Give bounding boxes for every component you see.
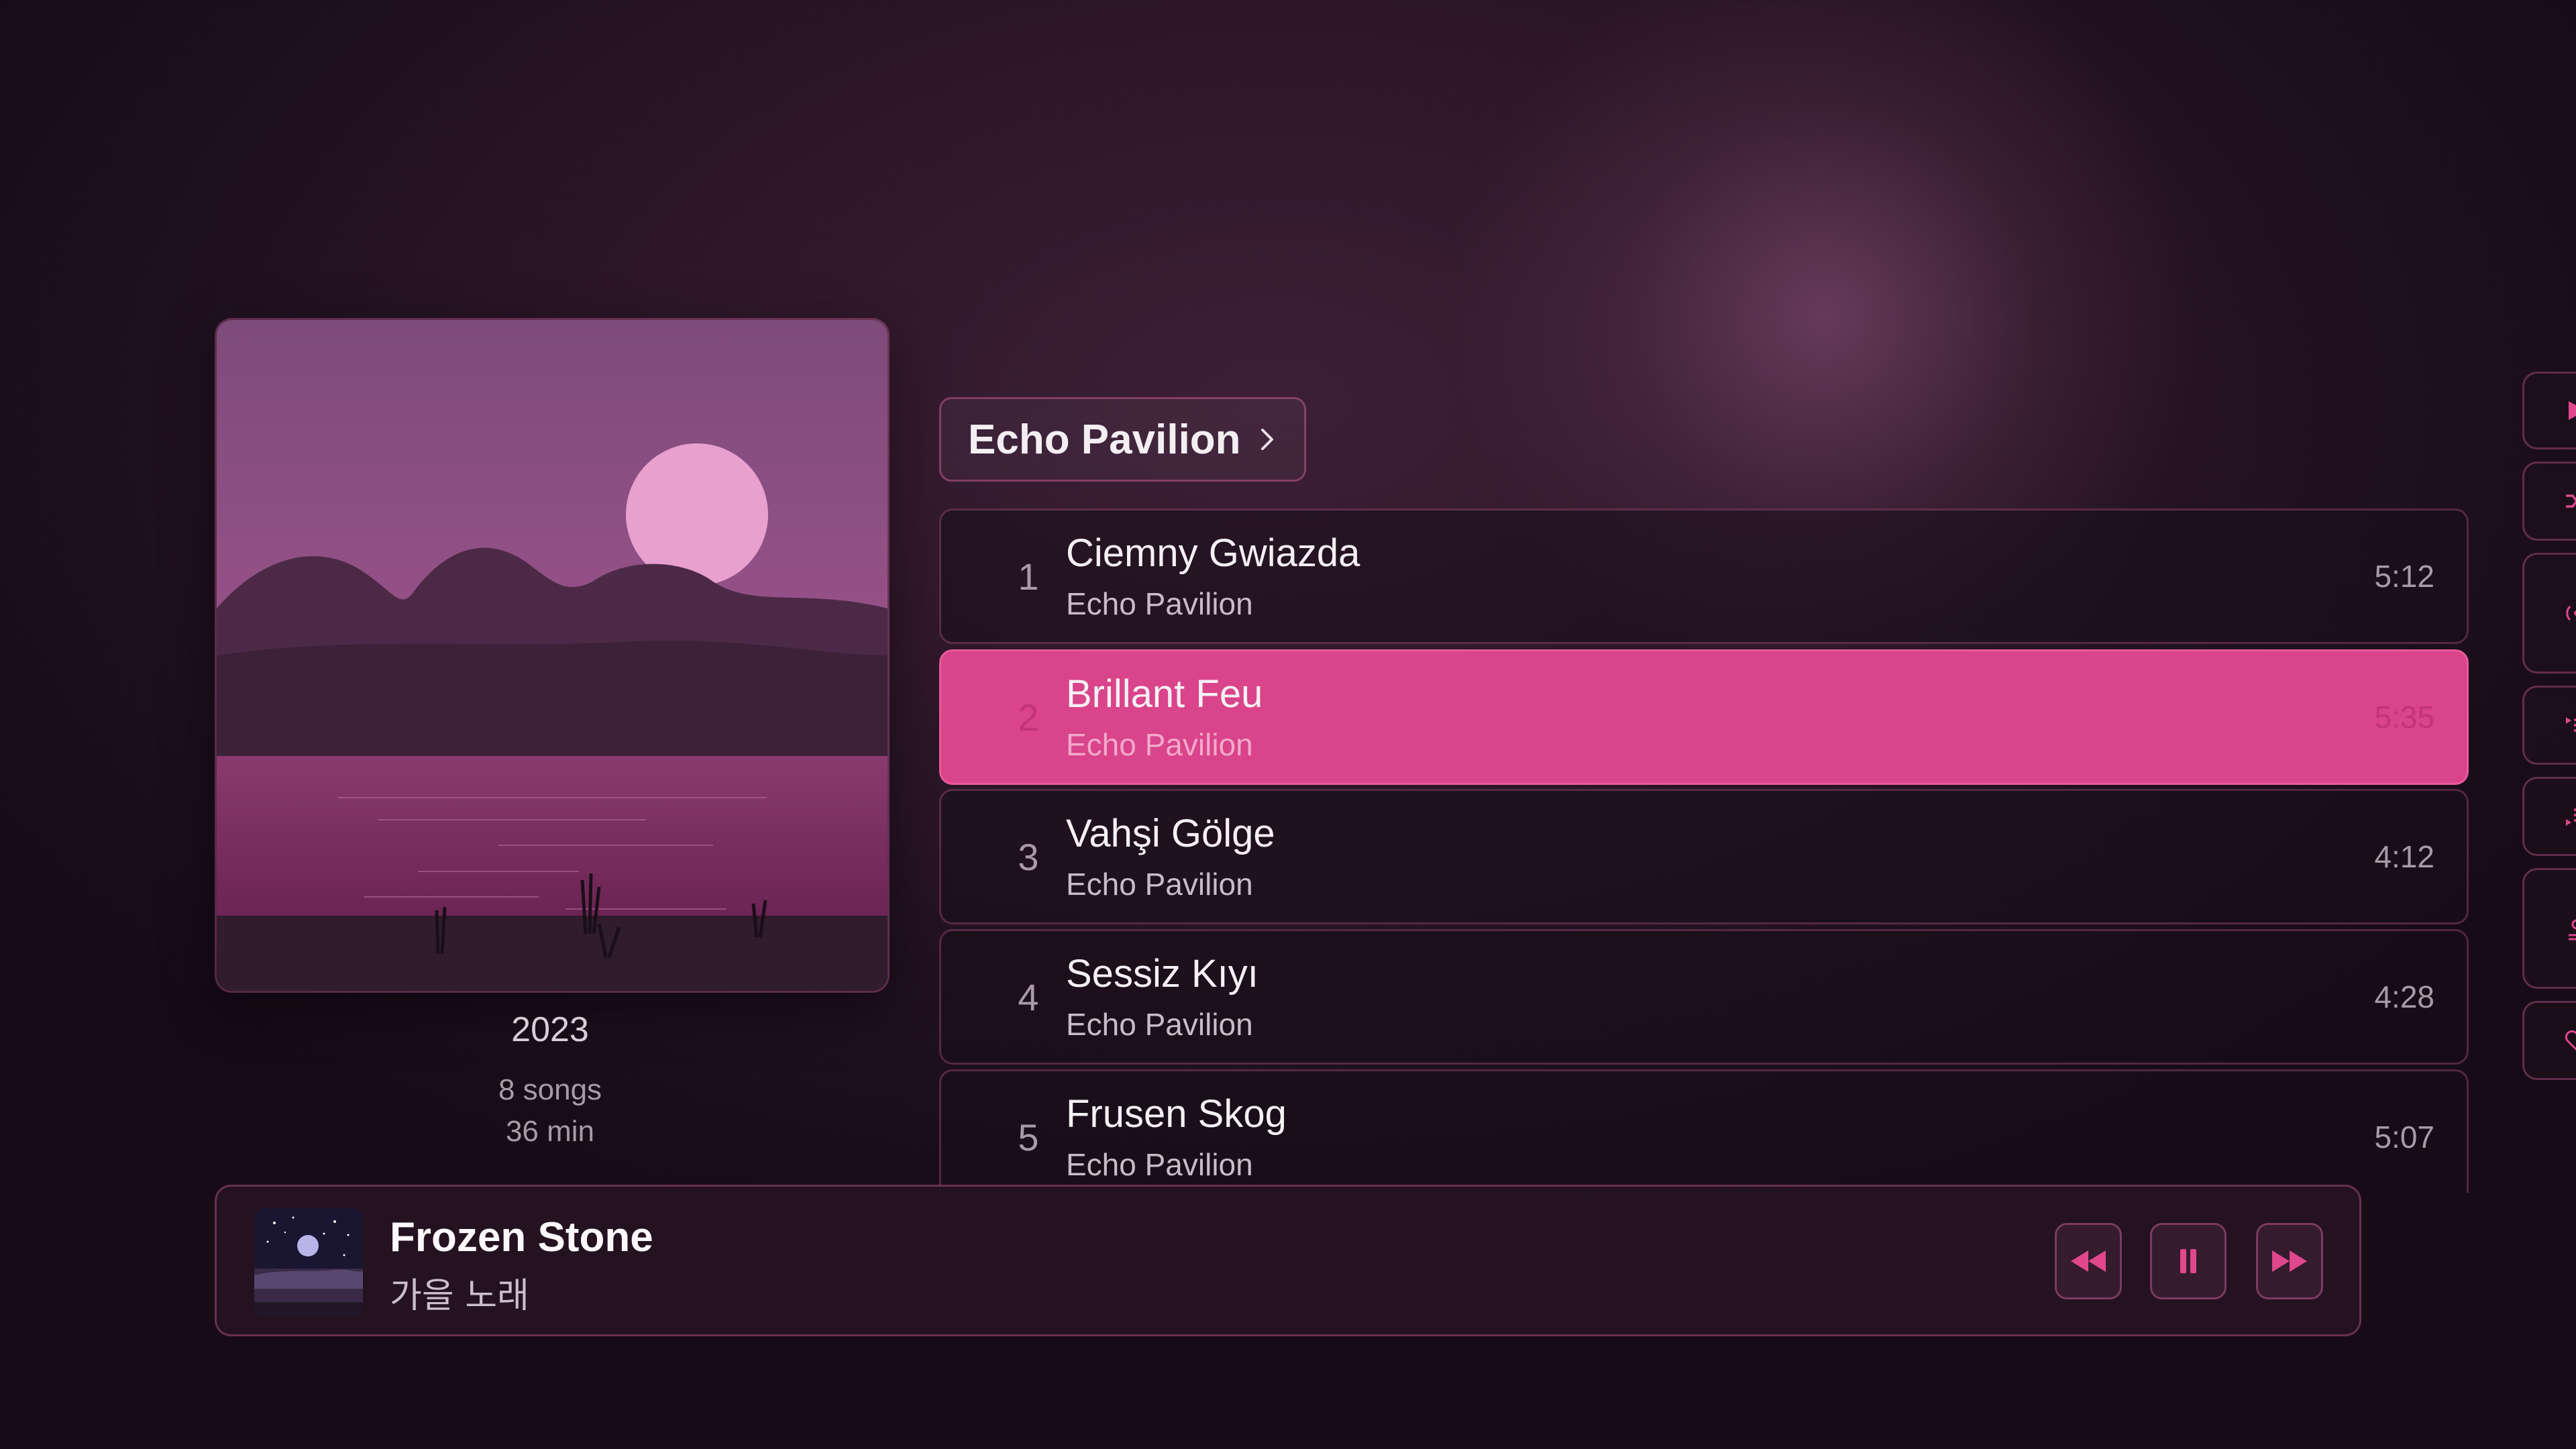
shuffle-button[interactable] xyxy=(2522,462,2576,541)
pause-icon xyxy=(2180,1249,2196,1273)
album-art-sunset-lake-icon xyxy=(217,320,888,991)
play-icon xyxy=(2569,401,2576,420)
track-duration: 5:07 xyxy=(2374,1120,2434,1155)
rewind-icon xyxy=(2071,1250,2106,1272)
track-title: Ciemny Gwiazda xyxy=(1066,531,1360,575)
track-duration: 4:12 xyxy=(2374,839,2434,874)
track-number: 1 xyxy=(1018,555,1039,598)
pause-button[interactable] xyxy=(2150,1223,2226,1299)
track-artist: Echo Pavilion xyxy=(1066,586,1253,621)
play-next-button[interactable] xyxy=(2522,686,2576,765)
track-row[interactable]: 1 Ciemny Gwiazda Echo Pavilion 5:12 xyxy=(939,508,2469,644)
track-artist: Echo Pavilion xyxy=(1066,867,1253,902)
track-row-selected[interactable]: 2 Brillant Feu Echo Pavilion 5:35 xyxy=(939,649,2469,785)
add-to-library-icon xyxy=(2569,919,2576,941)
track-row[interactable]: 4 Sessiz Kıyı Echo Pavilion 4:28 xyxy=(939,929,2469,1065)
now-playing-artist: 가을 노래 xyxy=(390,1276,529,1316)
album-duration: 36 min xyxy=(505,1115,595,1148)
chevron-right-icon xyxy=(1260,429,1273,450)
track-number: 3 xyxy=(1018,835,1039,878)
fast-forward-icon xyxy=(2272,1250,2307,1272)
now-playing-artwork[interactable] xyxy=(254,1208,363,1317)
track-list[interactable]: 1 Ciemny Gwiazda Echo Pavilion 5:12 2 Br… xyxy=(939,508,2469,1193)
artist-link-label: Echo Pavilion xyxy=(968,416,1241,463)
heart-icon xyxy=(2565,1030,2576,1051)
track-title: Frusen Skog xyxy=(1066,1092,1287,1136)
track-title: Vahşi Gölge xyxy=(1066,812,1275,855)
track-duration: 4:28 xyxy=(2374,979,2434,1014)
album-year: 2023 xyxy=(511,1010,589,1049)
track-duration: 5:12 xyxy=(2374,559,2434,594)
rewind-button[interactable] xyxy=(2055,1223,2122,1299)
favorite-button[interactable] xyxy=(2522,1001,2576,1080)
track-artist: Echo Pavilion xyxy=(1066,1147,1253,1182)
shuffle-icon xyxy=(2566,494,2576,508)
track-title: Sessiz Kıyı xyxy=(1066,952,1258,996)
track-number: 2 xyxy=(1018,696,1039,739)
now-playing-bar[interactable]: Frozen Stone 가을 노래 xyxy=(215,1185,2361,1336)
album-song-count: 8 songs xyxy=(498,1073,602,1106)
track-row[interactable]: 5 Frusen Skog Echo Pavilion 5:07 xyxy=(939,1069,2469,1193)
track-title: Brillant Feu xyxy=(1066,672,1263,716)
track-duration: 5:35 xyxy=(2374,700,2434,735)
play-button[interactable] xyxy=(2522,372,2576,449)
track-row[interactable]: 3 Vahşi Gölge Echo Pavilion 4:12 xyxy=(939,789,2469,924)
add-to-library-button[interactable] xyxy=(2522,868,2576,989)
track-number: 4 xyxy=(1018,975,1039,1018)
play-next-icon xyxy=(2566,717,2576,732)
music-app: 2023 8 songs 36 min Echo Pavilion 1 Ciem… xyxy=(0,0,2576,1449)
fast-forward-button[interactable] xyxy=(2256,1223,2323,1299)
track-number: 5 xyxy=(1018,1116,1039,1159)
album-artwork[interactable] xyxy=(215,318,890,993)
play-later-button[interactable] xyxy=(2522,777,2576,856)
radio-icon xyxy=(2566,605,2576,621)
track-artist: Echo Pavilion xyxy=(1066,1007,1253,1042)
now-playing-title: Frozen Stone xyxy=(390,1214,653,1260)
play-later-icon xyxy=(2566,808,2576,826)
artist-link-button[interactable]: Echo Pavilion xyxy=(939,397,1306,482)
album-art-night-moon-icon xyxy=(254,1208,363,1317)
track-artist: Echo Pavilion xyxy=(1066,727,1253,762)
radio-button[interactable] xyxy=(2522,553,2576,674)
